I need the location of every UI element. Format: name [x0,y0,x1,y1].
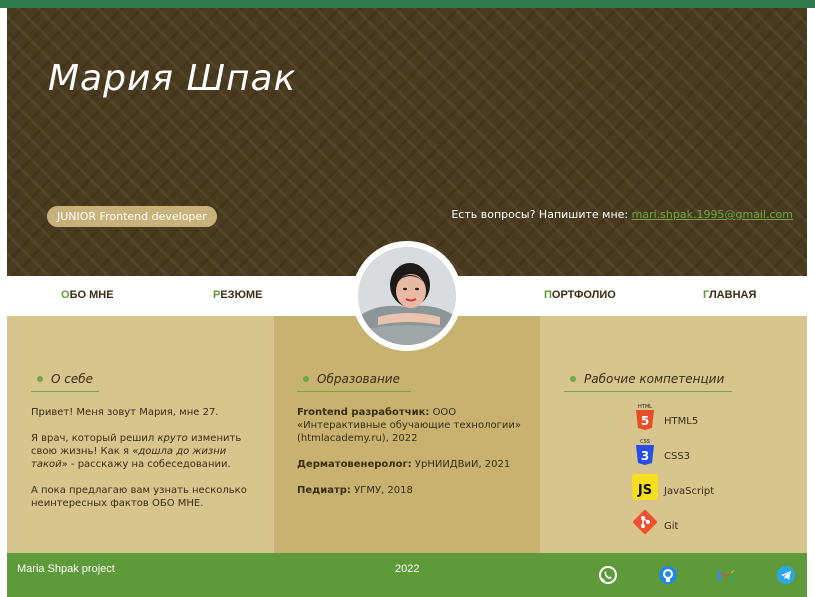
bullet-dot-icon [303,376,309,382]
about-p3: А пока предлагаю вам узнать несколько не… [31,485,247,509]
footer-year: 2022 [395,563,420,575]
about-p2: Я врач, который решил круто изменить сво… [31,433,242,470]
gmail-icon[interactable] [716,565,736,585]
education-heading: Образование [297,369,411,392]
avatar-photo [358,247,456,345]
education-section: Образование Frontend разработчик: ООО «И… [274,316,540,553]
html5-icon: HTML 5 [636,404,654,430]
javascript-icon: JS [632,474,658,500]
education-item: Frontend разработчик: ООО «Интерактивные… [297,407,521,444]
contact-text: Есть вопросы? Напишите мне: [451,208,632,221]
nav-item-portfolio[interactable]: Портфолио [544,289,616,301]
bullet-dot-icon [37,376,43,382]
svg-text:5: 5 [641,414,649,428]
portrait-image [358,247,456,345]
svg-text:3: 3 [641,449,649,463]
contact-line: Есть вопросы? Напишите мне: mari.shpak.1… [451,208,793,221]
skills-section: Рабочие компетенции HTML 5 HTML5 CSS 3 C… [540,316,807,553]
about-p1: Привет! Меня зовут Мария, мне 27. [31,407,219,418]
skills-heading: Рабочие компетенции [564,369,732,392]
role-badge: JUNIOR Frontend developer [47,206,217,227]
nav-item-home[interactable]: Главная [703,289,756,301]
page-title: Мария Шпак [48,58,297,99]
avatar [352,241,462,351]
skill-label: CSS3 [664,451,691,462]
css3-icon: CSS 3 [636,439,654,465]
git-icon [633,510,657,534]
education-item: Педиатр: УГМУ, 2018 [297,485,413,496]
about-heading: О себе [31,369,99,392]
nav-item-resume[interactable]: Резюме [213,289,262,301]
github-icon[interactable] [658,565,678,585]
telegram-icon[interactable] [776,565,796,585]
skill-label: JavaScript [664,486,715,497]
nav-item-about[interactable]: Обо мне [61,289,114,301]
footer-project: Maria Shpak project [17,563,115,575]
skill-label: HTML5 [664,416,699,427]
whatsapp-icon[interactable] [598,565,618,585]
about-section: О себе Привет! Меня зовут Мария, мне 27.… [7,316,274,553]
footer: Maria Shpak project 2022 [7,553,807,597]
top-accent-bar [0,0,815,8]
svg-text:JS: JS [637,483,652,498]
svg-text:HTML: HTML [638,404,652,410]
education-item: Дерматовенеролог: УрНИИДВиИ, 2021 [297,459,511,470]
svg-text:CSS: CSS [640,439,650,445]
skill-label: Git [664,521,679,532]
bullet-dot-icon [570,376,576,382]
hero-header: Мария Шпак JUNIOR Frontend developer Ест… [7,8,807,276]
contact-email-link[interactable]: mari.shpak.1995@gmail.com [632,208,793,221]
